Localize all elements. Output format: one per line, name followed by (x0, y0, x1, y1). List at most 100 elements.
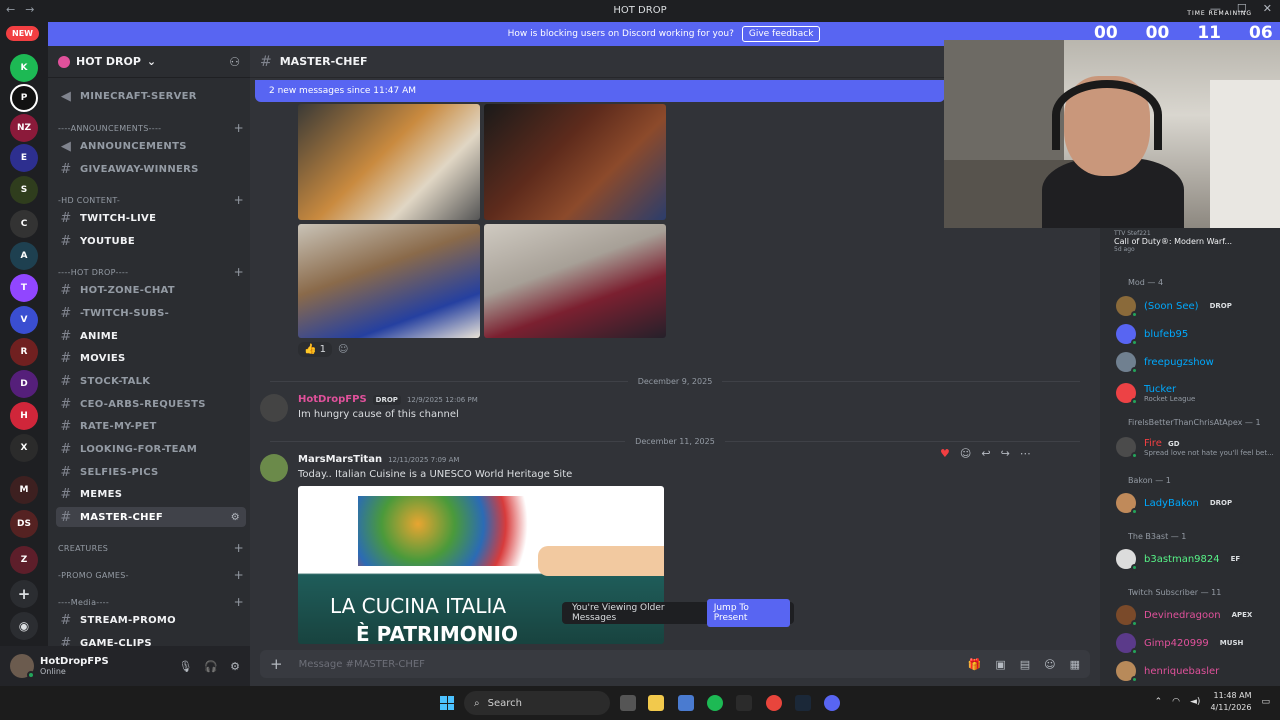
user-info[interactable]: HotDropFPS Online (40, 656, 109, 676)
channel-master-chef[interactable]: # MASTER-CHEF ⚙ (56, 507, 246, 527)
author-name[interactable]: HotDropFPS (298, 394, 367, 405)
food-photo-1[interactable] (298, 104, 480, 220)
member-row[interactable]: Devinedragoon APEX (1116, 605, 1276, 627)
chevron-up-icon[interactable]: ⌃ (1155, 697, 1163, 707)
channel-selfies-pics[interactable]: # SELFIES-PICS (56, 462, 246, 482)
gift-icon[interactable]: 🎁 (968, 658, 982, 671)
attach-plus-icon[interactable]: + (270, 655, 283, 673)
channel-youtube[interactable]: # YOUTUBE (56, 231, 246, 251)
add-channel-icon[interactable]: + (234, 568, 244, 582)
twitch-server-icon[interactable]: T (10, 274, 38, 302)
member-row[interactable]: blufeb95 (1116, 324, 1276, 346)
server-icon-z[interactable]: Z (10, 546, 38, 574)
add-channel-icon[interactable]: + (234, 541, 244, 555)
server-icon-r[interactable]: R (10, 338, 38, 366)
server-icon-kick[interactable]: K (10, 54, 38, 82)
member-row[interactable]: b3astman9824 EF (1116, 549, 1276, 571)
category-hot-drop[interactable]: ----HOT DROP---- + (58, 264, 244, 280)
member-row[interactable]: henriquebasler (1116, 661, 1276, 683)
forward-icon[interactable]: → (25, 3, 34, 16)
explore-icon[interactable]: ◉ (10, 612, 38, 640)
task-view-icon[interactable] (620, 695, 636, 711)
channel-stream-promo[interactable]: # STREAM-PROMO (56, 610, 246, 630)
avatar[interactable] (10, 654, 35, 679)
server-icon-m[interactable]: M (10, 476, 38, 504)
category-promo-games[interactable]: -PROMO GAMES- + (58, 567, 244, 583)
emoji-icon[interactable]: ☺ (1044, 658, 1055, 671)
add-channel-icon[interactable]: + (234, 193, 244, 207)
microphone-icon[interactable]: 🎙 (178, 660, 192, 673)
server-icon-hotdrop[interactable]: H (10, 402, 38, 430)
forward-icon[interactable]: ↪ (1001, 447, 1010, 460)
server-icon-nzxt[interactable]: NZ (10, 114, 38, 142)
headphones-icon[interactable]: 🎧 (204, 660, 218, 673)
server-icon-c[interactable]: C (10, 210, 38, 238)
server-icon-sanctuary[interactable]: S (10, 176, 38, 204)
server-icon-vast[interactable]: V (10, 306, 38, 334)
back-icon[interactable]: ← (6, 3, 15, 16)
reply-icon[interactable]: ↩ (981, 447, 990, 460)
member-row[interactable]: Tucker Rocket League (1116, 380, 1276, 406)
volume-icon[interactable]: ◄) (1190, 697, 1200, 707)
server-icon-ds[interactable]: DS (10, 510, 38, 538)
channel-twitch-live[interactable]: # TWITCH-LIVE (56, 208, 246, 228)
channel-memes[interactable]: # MEMES (56, 484, 246, 504)
apps-icon[interactable]: ▦ (1070, 658, 1080, 671)
taskbar-search[interactable]: ⌕ Search (464, 691, 610, 715)
channel-announcements[interactable]: ◀ ANNOUNCEMENTS (56, 136, 246, 156)
channel-minecraft-server[interactable]: ◀ MINECRAFT-SERVER (56, 86, 246, 106)
server-icon-p[interactable]: P (10, 84, 38, 112)
activity-card[interactable]: TTV Stef221 Call of Duty®: Modern Warf..… (1114, 230, 1274, 253)
server-header[interactable]: HOT DROP ⌄ ⚇ (48, 46, 250, 78)
channel-giveaway-winners[interactable]: # GIVEAWAY-WINNERS (56, 159, 246, 179)
server-icon-2[interactable]: E (10, 144, 38, 172)
server-icon-x[interactable]: X (10, 434, 38, 462)
file-explorer-icon[interactable] (648, 695, 664, 711)
notification-icon[interactable]: ▭ (1261, 697, 1270, 707)
hud-icon[interactable] (736, 695, 752, 711)
add-channel-icon[interactable]: + (234, 121, 244, 135)
channel-stock-talk[interactable]: # STOCK-TALK (56, 371, 246, 391)
food-photo-3[interactable] (298, 224, 480, 338)
channel-hot-zone-chat[interactable]: # HOT-ZONE-CHAT (56, 280, 246, 300)
channel-rate-my-pet[interactable]: # RATE-MY-PET (56, 416, 246, 436)
add-member-icon[interactable]: ⚇ (229, 55, 240, 69)
member-row[interactable]: LadyBakon DROP (1116, 493, 1276, 515)
avatar[interactable] (260, 394, 288, 422)
sticker-icon[interactable]: ▤ (1020, 658, 1030, 671)
windows-start-icon[interactable] (440, 696, 454, 710)
channel-looking-for-team[interactable]: # LOOKING-FOR-TEAM (56, 439, 246, 459)
channel-twitch-subs[interactable]: # -TWITCH-SUBS- (56, 303, 246, 323)
gear-icon[interactable]: ⚙ (230, 660, 240, 673)
heart-reaction-icon[interactable]: ♥ (940, 447, 950, 460)
channel-movies[interactable]: # MOVIES (56, 348, 246, 368)
food-photo-2[interactable] (484, 104, 666, 220)
avatar[interactable] (260, 454, 288, 482)
wifi-icon[interactable]: ◠ (1172, 697, 1180, 707)
new-messages-bar[interactable]: 2 new messages since 11:47 AM (255, 80, 945, 102)
more-icon[interactable]: ⋯ (1020, 447, 1031, 460)
notepad-icon[interactable] (678, 695, 694, 711)
thumbs-up-reaction[interactable]: 👍 1 (298, 342, 333, 357)
add-channel-icon[interactable]: + (234, 265, 244, 279)
steam-icon[interactable] (795, 695, 811, 711)
member-row[interactable]: Fire GD Spread love not hate you'll feel … (1116, 434, 1276, 460)
discord-icon[interactable] (824, 695, 840, 711)
channel-game-clips[interactable]: # GAME-CLIPS (56, 633, 246, 647)
member-row[interactable]: (Soon See) DROP (1116, 296, 1276, 318)
message-input[interactable]: Message #MASTER-CHEF (299, 659, 425, 670)
category-announcements[interactable]: ----ANNOUNCEMENTS---- + (58, 120, 244, 136)
channel-anime[interactable]: # ANIME (56, 326, 246, 346)
add-server-icon[interactable]: + (10, 580, 38, 608)
spotify-icon[interactable] (707, 695, 723, 711)
member-row[interactable]: freepugzshow (1116, 352, 1276, 374)
add-channel-icon[interactable]: + (234, 595, 244, 609)
category-media[interactable]: ----Media---- + (58, 594, 244, 610)
server-icon-a[interactable]: A (10, 242, 38, 270)
add-reaction-icon[interactable]: ☺ (338, 344, 348, 355)
give-feedback-button[interactable]: Give feedback (741, 26, 821, 42)
author-name[interactable]: MarsMarsTitan (298, 454, 382, 465)
gif-icon[interactable]: ▣ (995, 658, 1005, 671)
jump-to-present-button[interactable]: Jump To Present (706, 599, 790, 627)
member-row[interactable]: Gimp420999 MUSH (1116, 633, 1276, 655)
